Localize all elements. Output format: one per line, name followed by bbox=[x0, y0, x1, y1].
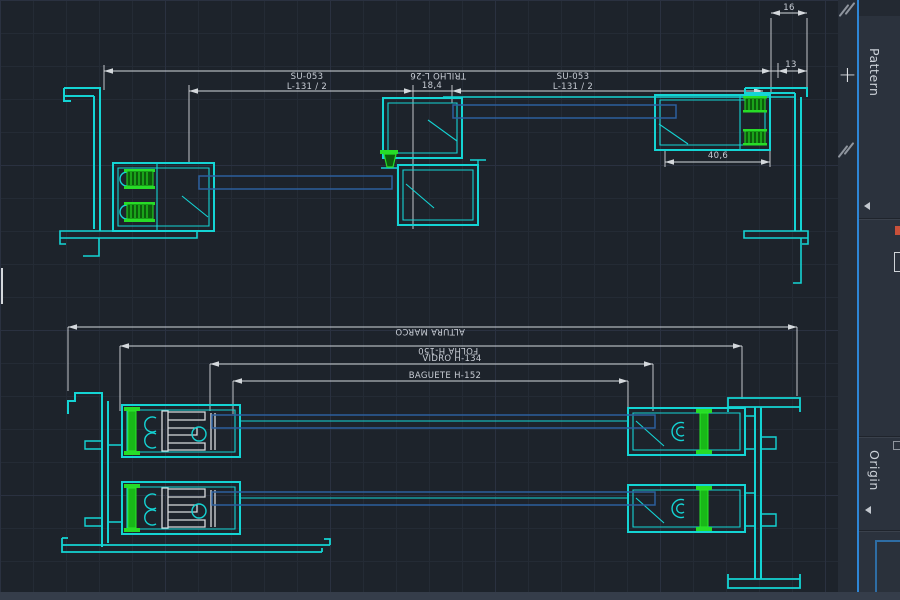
tool-icon[interactable] bbox=[894, 252, 900, 272]
dim-label-su053-right-2[interactable]: L-131 / 2 bbox=[553, 82, 593, 92]
dim-label-40-6[interactable]: 40,6 bbox=[708, 151, 728, 161]
top-glass-panes-selected[interactable] bbox=[199, 105, 676, 189]
dim-label-vidro[interactable]: VIDRO H-134 bbox=[422, 354, 481, 364]
bottom-edge-bar bbox=[0, 592, 900, 600]
expand-icon[interactable] bbox=[893, 441, 900, 450]
panel-header bbox=[859, 0, 900, 16]
dim-label-su053-right-1[interactable]: SU-053 bbox=[557, 72, 590, 82]
dim-label-16[interactable]: 16 bbox=[783, 3, 794, 13]
top-dimension-arrows bbox=[104, 10, 807, 165]
panel-collapse-arrow-icon[interactable] bbox=[864, 202, 870, 210]
panel-expander-arrow-icon[interactable] bbox=[865, 506, 871, 514]
add-button[interactable]: + bbox=[838, 62, 857, 92]
top-seals-left[interactable] bbox=[124, 169, 155, 222]
dim-label-altura-marco[interactable]: ALTURA MARCO bbox=[395, 326, 465, 336]
pattern-panel-title[interactable]: Pattern bbox=[867, 48, 882, 96]
top-seals-right[interactable] bbox=[743, 96, 767, 146]
side-toolbar-strip: + bbox=[838, 0, 857, 600]
dim-label-baguete[interactable]: BAGUETE H-152 bbox=[409, 371, 482, 381]
cad-application-window: SU-053 L-131 / 2 TRILHO L-26 SU-053 L-13… bbox=[0, 0, 900, 600]
panel-divider bbox=[859, 530, 900, 532]
cad-geometry: SU-053 L-131 / 2 TRILHO L-26 SU-053 L-13… bbox=[0, 0, 838, 600]
dim-label-trilho[interactable]: TRILHO L-26 bbox=[410, 70, 467, 80]
bottom-glass-panes-selected[interactable] bbox=[212, 415, 655, 505]
bottom-profile-left-sash[interactable] bbox=[122, 405, 240, 457]
origin-panel-title[interactable]: Origin bbox=[867, 450, 882, 491]
swatch-icon[interactable] bbox=[895, 226, 900, 235]
bottom-profile-left-jamb[interactable] bbox=[62, 393, 330, 552]
dim-label-su053-left-1[interactable]: SU-053 bbox=[291, 72, 324, 82]
preview-swatch[interactable] bbox=[875, 540, 900, 600]
panel-divider bbox=[859, 436, 900, 438]
top-profile-right-jamb[interactable] bbox=[744, 88, 808, 283]
ribbon-side-panel: Pattern Origin bbox=[859, 0, 900, 600]
dim-label-su053-left-2[interactable]: L-131 / 2 bbox=[287, 82, 327, 92]
roller-carriage bbox=[162, 411, 215, 451]
dim-label-18-4[interactable]: 18,4 bbox=[422, 81, 442, 91]
panel-divider bbox=[859, 218, 900, 220]
drawing-canvas[interactable]: SU-053 L-131 / 2 TRILHO L-26 SU-053 L-13… bbox=[0, 0, 838, 600]
top-profile-interlock[interactable] bbox=[381, 97, 795, 225]
dim-label-13[interactable]: 13 bbox=[785, 60, 796, 70]
bottom-profile-right-jamb[interactable] bbox=[728, 398, 800, 588]
